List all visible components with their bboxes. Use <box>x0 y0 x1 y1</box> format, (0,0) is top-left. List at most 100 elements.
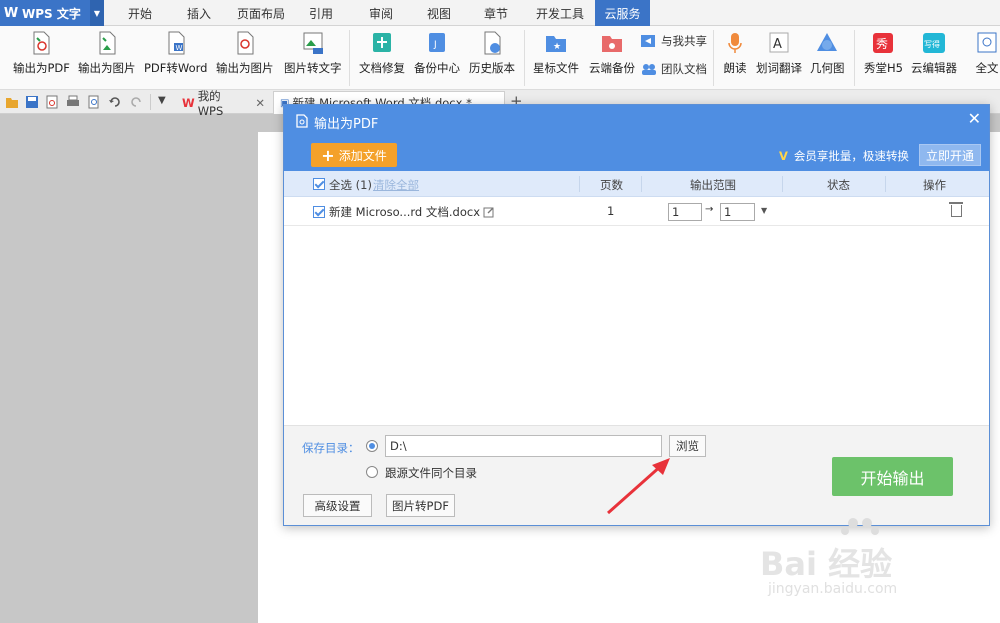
col-status: 状态 <box>827 178 850 192</box>
range-to-input[interactable]: 1 <box>720 203 755 221</box>
tab-cloud-services[interactable]: 云服务 <box>595 0 650 27</box>
geometry-icon <box>817 33 838 51</box>
star-folder-icon: ★ <box>546 36 566 52</box>
tab-developer[interactable]: 开发工具 <box>530 0 590 26</box>
svg-text:A: A <box>773 37 782 52</box>
ribbon-divider <box>524 30 525 86</box>
file-name: 新建 Microso...rd 文档.docx <box>329 205 480 219</box>
app-name: WPS 文字 <box>22 6 81 21</box>
svg-text:★: ★ <box>553 42 561 52</box>
column-divider <box>579 176 580 192</box>
menu-bar: W WPS 文字 ▼ 开始 插入 页面布局 引用 审阅 视图 章节 开发工具 云… <box>0 0 1000 27</box>
wps-logo-icon: W <box>3 5 19 21</box>
edit-icon[interactable] <box>483 206 495 218</box>
close-icon[interactable]: ✕ <box>255 96 265 110</box>
start-export-button[interactable]: 开始输出 <box>832 457 953 496</box>
starred-files-button[interactable]: ★ 星标文件 <box>533 30 579 76</box>
tab-my-wps[interactable]: W 我的WPS ✕ <box>176 89 271 118</box>
row-checkbox[interactable] <box>313 206 325 218</box>
image-to-pdf-button[interactable]: 图片转PDF <box>386 494 455 517</box>
wps-logo-icon: W <box>182 95 195 110</box>
trash-icon[interactable] <box>949 202 963 217</box>
chevron-down-icon[interactable]: ▼ <box>90 0 104 26</box>
same-dir-radio[interactable] <box>366 466 378 478</box>
arrow-right-icon: → <box>705 204 714 215</box>
cloud-editor-button[interactable]: 写得 云编辑器 <box>911 30 957 76</box>
backup-center-button[interactable]: J 备份中心 <box>414 30 460 76</box>
geometry-button[interactable]: 几何图 <box>810 30 845 76</box>
microphone-icon <box>728 33 742 53</box>
xiutang-h5-button[interactable]: 秀 秀堂H5 <box>864 30 903 76</box>
column-divider <box>885 176 886 192</box>
export-pdf-button[interactable]: 输出为PDF <box>13 30 70 76</box>
pdf-file-icon <box>33 31 50 55</box>
ribbon-divider <box>854 30 855 86</box>
cloud-backup-button[interactable]: 云端备份 <box>589 30 635 76</box>
dialog-title: 输出为PDF <box>314 117 379 132</box>
app-menu-button[interactable]: W WPS 文字 ▼ <box>0 0 104 26</box>
tab-review[interactable]: 审阅 <box>357 0 405 26</box>
ribbon: 输出为PDF 输出为图片 W PDF转Word 输出为图片 图片转文字 文档修复… <box>0 26 1000 90</box>
redo-icon[interactable] <box>129 95 143 109</box>
tab-references[interactable]: 引用 <box>297 0 345 26</box>
share-icon <box>641 35 655 47</box>
svg-text:秀: 秀 <box>876 37 888 51</box>
shared-with-me-button[interactable]: 与我共享 <box>641 33 707 49</box>
export-pdf-icon[interactable] <box>45 95 59 109</box>
col-action: 操作 <box>923 178 946 192</box>
column-divider <box>782 176 783 192</box>
close-icon[interactable]: ✕ <box>968 109 981 128</box>
export-image-button[interactable]: 输出为图片 <box>78 30 136 76</box>
qbar-divider <box>150 94 151 110</box>
read-aloud-button[interactable]: 朗读 <box>723 30 747 76</box>
pdf-to-word-button[interactable]: W PDF转Word <box>144 30 207 76</box>
translate-button[interactable]: A 划词翻译 <box>756 30 802 76</box>
browse-button[interactable]: 浏览 <box>669 435 706 457</box>
select-all-checkbox[interactable] <box>313 178 325 190</box>
tab-view[interactable]: 视图 <box>415 0 463 26</box>
doc-repair-button[interactable]: 文档修复 <box>359 30 405 76</box>
print-preview-icon[interactable] <box>87 95 101 109</box>
print-icon[interactable] <box>66 95 80 109</box>
col-pages: 页数 <box>600 178 623 192</box>
team-docs-button[interactable]: 团队文档 <box>641 61 707 77</box>
tab-home[interactable]: 开始 <box>116 0 164 26</box>
chevron-down-icon[interactable]: ▼ <box>761 206 767 215</box>
clear-all-link[interactable]: 清除全部 <box>373 177 419 193</box>
add-file-button[interactable]: + 添加文件 <box>311 143 397 167</box>
history-icon <box>484 31 501 55</box>
watermark-url: jingyan.baidu.com <box>768 581 898 597</box>
image-to-text-button[interactable]: 图片转文字 <box>284 30 342 76</box>
annotation-arrow-icon <box>607 458 670 515</box>
save-dir-radio[interactable] <box>366 440 378 452</box>
pdf-export-icon <box>296 114 308 128</box>
ribbon-divider <box>349 30 350 86</box>
full-text-button[interactable]: 全文 <box>975 30 999 76</box>
table-row: 新建 Microso...rd 文档.docx 1 1 → 1 ▼ <box>284 198 989 226</box>
plus-icon: + <box>321 145 335 165</box>
export-image-button-2[interactable]: 输出为图片 <box>216 30 274 76</box>
range-from-input[interactable]: 1 <box>668 203 702 221</box>
tab-page-layout[interactable]: 页面布局 <box>230 0 292 26</box>
column-divider <box>641 176 642 192</box>
open-folder-icon[interactable] <box>5 95 19 109</box>
advanced-settings-button[interactable]: 高级设置 <box>303 494 372 517</box>
vip-icon: V <box>779 149 788 163</box>
tab-sections[interactable]: 章节 <box>472 0 520 26</box>
history-version-button[interactable]: 历史版本 <box>469 30 515 76</box>
chevron-down-icon[interactable]: ▼ <box>158 95 166 106</box>
undo-icon[interactable] <box>108 95 122 109</box>
same-dir-label: 跟源文件同个目录 <box>385 466 477 480</box>
baidu-watermark: Bai 经验 jingyan.baidu.com <box>760 518 960 605</box>
select-all-label: 全选 (1) <box>329 178 372 192</box>
save-path-input[interactable]: D:\ <box>385 435 662 457</box>
team-icon <box>642 64 656 75</box>
open-vip-button[interactable]: 立即开通 <box>919 144 981 166</box>
backup-icon: J <box>429 33 445 52</box>
word-file-icon: W <box>168 31 185 55</box>
svg-text:W: W <box>175 44 182 52</box>
vip-promo: V 会员享批量，极速转换 <box>779 149 909 163</box>
full-text-icon <box>977 32 997 53</box>
save-icon[interactable] <box>25 95 39 109</box>
tab-insert[interactable]: 插入 <box>175 0 223 26</box>
